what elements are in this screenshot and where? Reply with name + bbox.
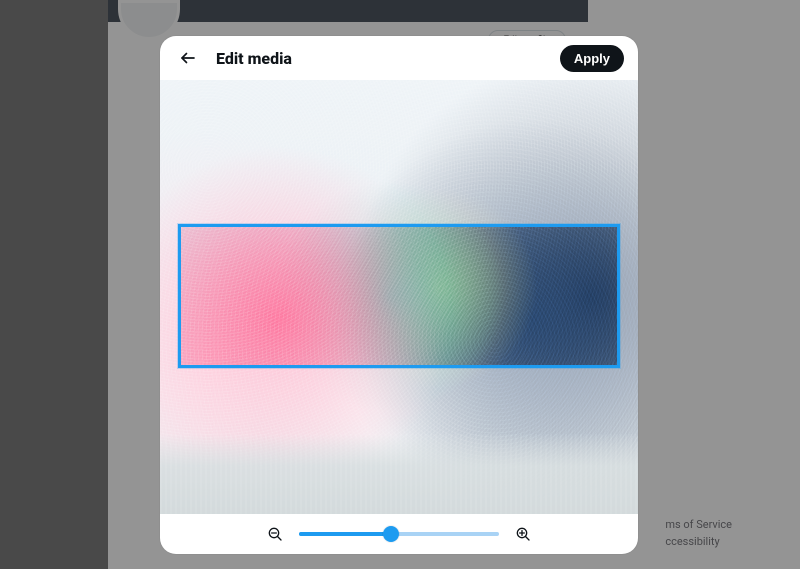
zoom-slider[interactable] (299, 524, 499, 544)
crop-mask-left (160, 224, 178, 368)
crop-mask-right (620, 224, 638, 368)
edit-media-modal: Edit media Apply (160, 36, 638, 554)
apply-label: Apply (574, 51, 610, 66)
zoom-out-icon (267, 526, 283, 542)
back-button[interactable] (174, 44, 202, 72)
modal-footer (160, 514, 638, 554)
zoom-slider-fill (299, 532, 391, 536)
zoom-out-button[interactable] (265, 524, 285, 544)
apply-button[interactable]: Apply (560, 45, 624, 72)
modal-title: Edit media (216, 49, 292, 68)
crop-rectangle[interactable] (178, 224, 620, 368)
zoom-in-button[interactable] (513, 524, 533, 544)
crop-mask-bottom (160, 368, 638, 514)
zoom-slider-thumb[interactable] (383, 526, 399, 542)
modal-header: Edit media Apply (160, 36, 638, 80)
crop-stage[interactable] (160, 80, 638, 514)
crop-mask-top (160, 80, 638, 224)
arrow-left-icon (179, 49, 197, 67)
zoom-in-icon (515, 526, 531, 542)
